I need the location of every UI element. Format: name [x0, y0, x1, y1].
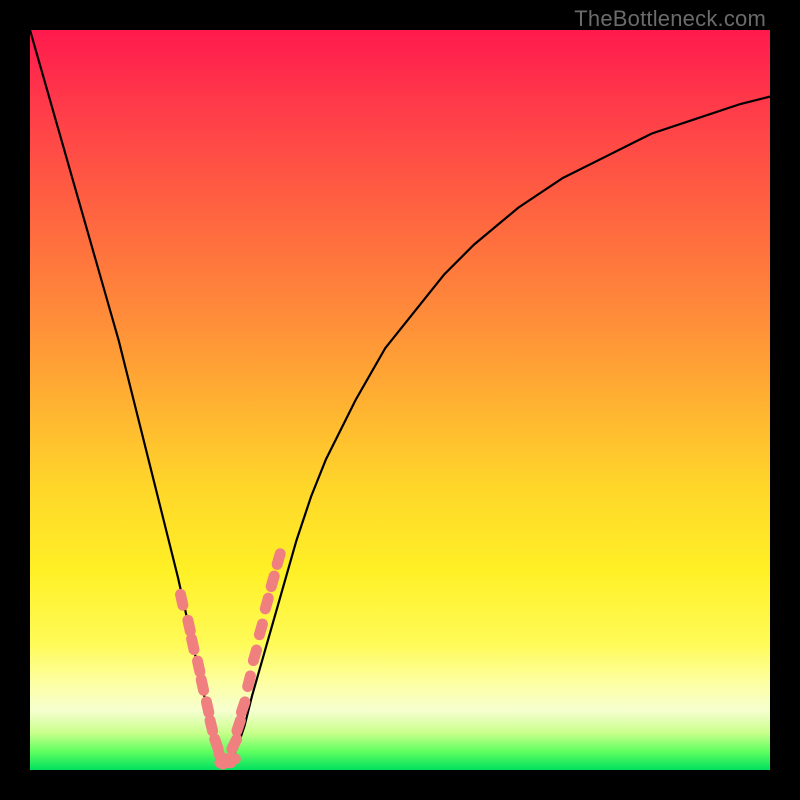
highlight-marker — [248, 676, 251, 687]
highlight-marker — [277, 554, 280, 565]
chart-frame: TheBottleneck.com — [0, 0, 800, 800]
watermark-text: TheBottleneck.com — [574, 6, 766, 32]
bottleneck-curve — [30, 30, 770, 763]
highlight-marker — [265, 598, 268, 609]
curve-layer — [30, 30, 770, 770]
highlight-marker — [232, 739, 237, 749]
highlight-marker — [259, 624, 262, 635]
highlight-marker — [215, 739, 219, 749]
highlight-marker — [201, 680, 203, 691]
highlight-marker — [271, 576, 274, 587]
highlight-marker — [237, 720, 241, 730]
highlight-marker — [192, 639, 194, 650]
highlight-marker — [198, 661, 200, 672]
plot-area — [30, 30, 770, 770]
highlight-marker — [181, 594, 183, 605]
highlight-marker — [241, 702, 245, 712]
highlight-marker — [188, 620, 190, 631]
highlight-marker — [206, 702, 208, 713]
highlight-marker — [210, 720, 213, 731]
highlight-marker — [253, 650, 256, 661]
